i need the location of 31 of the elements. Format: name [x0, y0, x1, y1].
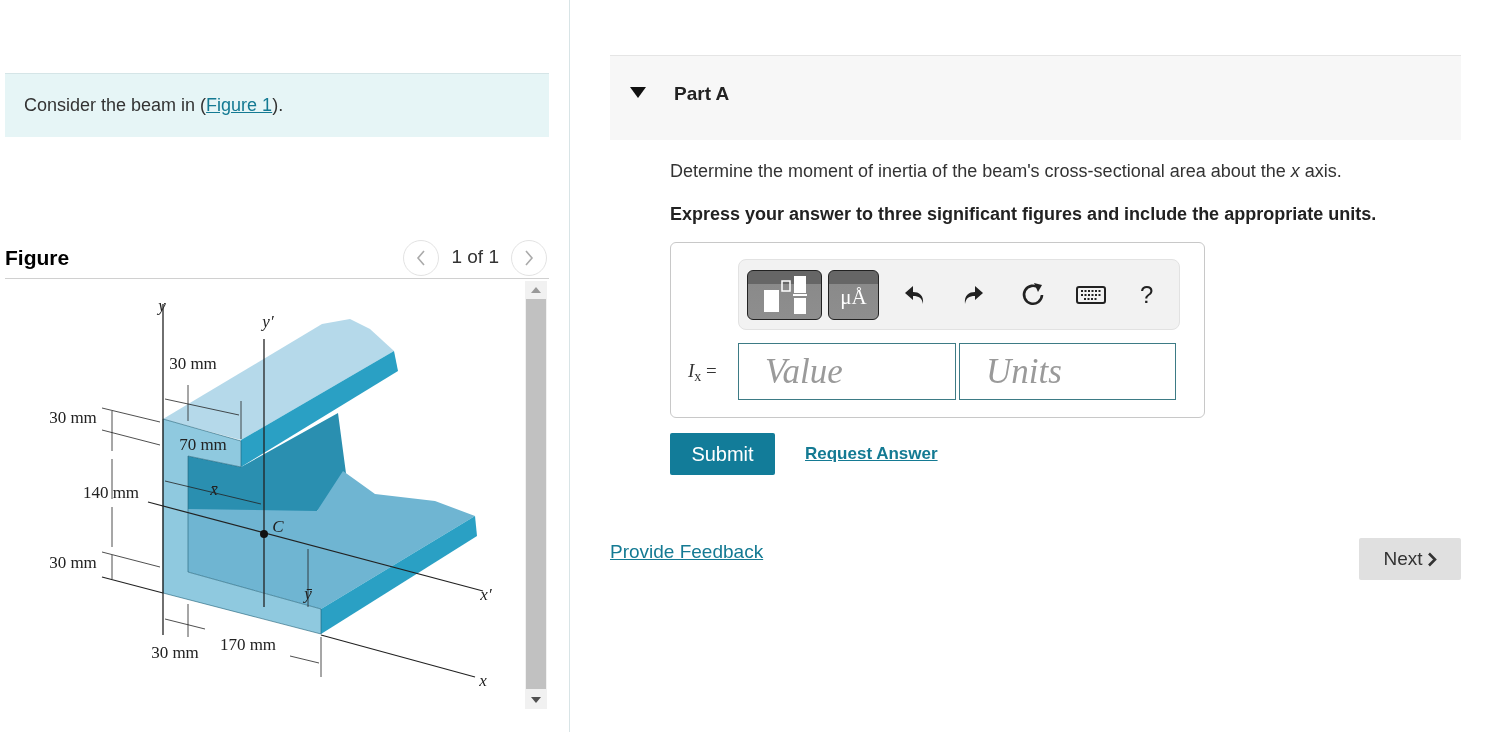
dimension-label: y′	[262, 312, 274, 331]
intro-text: Consider the beam in (Figure 1).	[24, 94, 284, 117]
dimension-label: x	[479, 671, 487, 690]
dimension-label: 30 mm	[49, 553, 97, 572]
question-text: Determine the moment of inertia of the beam's cross-sectional area about the x axis.	[670, 160, 1343, 183]
dimension-label: 30 mm	[169, 354, 217, 373]
units-button[interactable]: μÅ	[828, 269, 879, 320]
dimension-label: C	[272, 517, 284, 536]
part-title: Part A	[674, 82, 730, 106]
dimension-label: 70 mm	[179, 435, 227, 454]
next-button[interactable]: Next	[1359, 538, 1461, 580]
dimension-label: 30 mm	[49, 408, 97, 427]
figure-link[interactable]: Figure 1	[206, 95, 273, 115]
request-answer-link[interactable]: Request Answer	[805, 441, 938, 467]
answer-label: I$_{x}$ =	[688, 359, 718, 386]
instruction-text: Express your answer to three significant figures and include the appropriate units.	[670, 203, 1378, 226]
dimension-label: 170 mm	[219, 635, 277, 654]
help-button[interactable]: ?	[1140, 276, 1154, 313]
units-field[interactable]: Units	[959, 343, 1176, 400]
dimension-label: y	[158, 296, 166, 315]
dimension-label: 30 mm	[151, 643, 199, 662]
dimension-label: x̄	[210, 480, 218, 499]
feedback-link[interactable]: Provide Feedback	[610, 538, 764, 567]
value-field[interactable]: Value	[738, 343, 956, 400]
page-counter: 1 of 1	[451, 245, 499, 270]
submit-button[interactable]: Submit	[670, 433, 775, 475]
figure-title: Figure	[5, 244, 70, 271]
dimension-label: x′	[480, 585, 492, 604]
part-header[interactable]: Part A	[610, 55, 1461, 140]
dimension-label: 140 mm	[82, 483, 140, 502]
dimension-label: ȳ	[304, 584, 312, 603]
